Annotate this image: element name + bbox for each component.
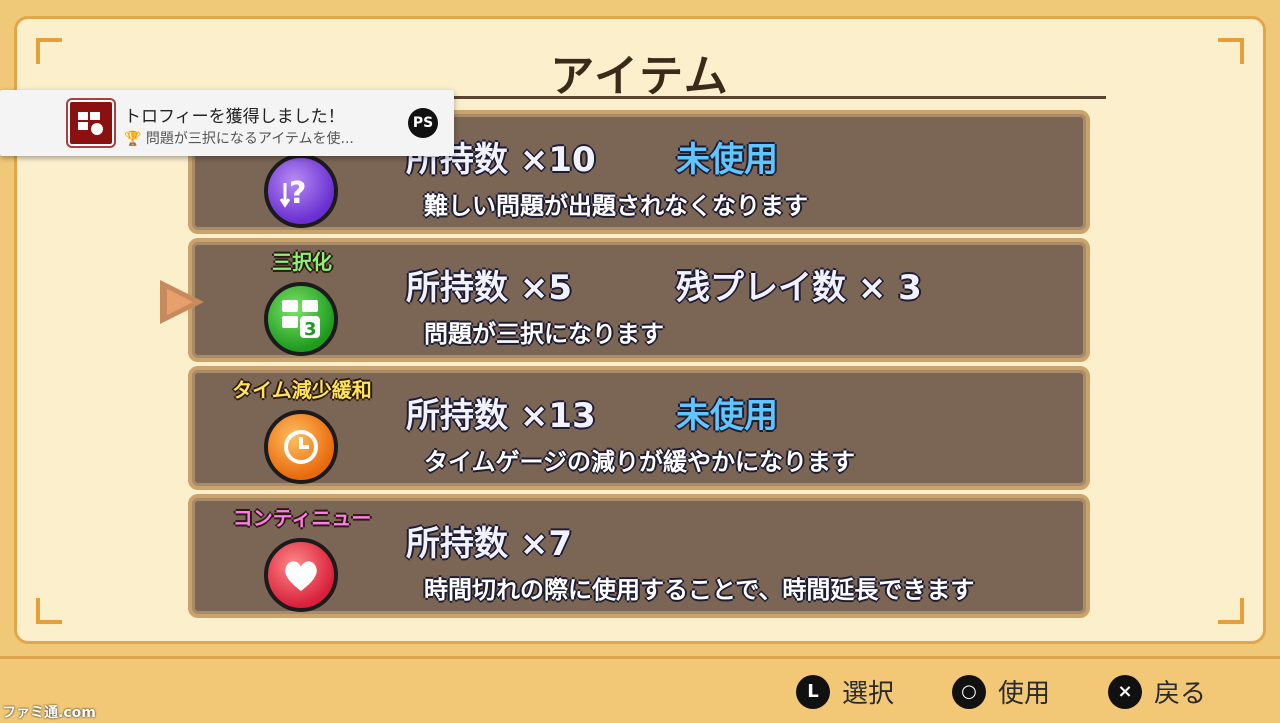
trophy-notification[interactable]: トロフィーを獲得しました！ 🏆 問題が三択になるアイテムを使... PS <box>0 90 454 156</box>
trophy-cup-icon: 🏆 <box>124 131 142 147</box>
item-name: コンティニュー <box>232 506 372 530</box>
hint-select[interactable]: L 選択 <box>796 673 894 710</box>
hint-use[interactable]: ○ 使用 <box>952 673 1050 710</box>
item-status: 未使用 <box>676 396 778 436</box>
item-quantity: 所持数 ×7 <box>406 524 572 564</box>
selection-cursor-inner <box>167 289 193 315</box>
panel-corner-bottom-left <box>36 598 62 624</box>
clock-icon <box>264 410 338 484</box>
trophy-description: 🏆 問題が三択になるアイテムを使... <box>124 128 354 148</box>
three-choice-icon: 3 <box>264 282 338 356</box>
circle-button-icon: ○ <box>952 674 986 709</box>
item-description: 問題が三択になります <box>424 320 664 348</box>
trophy-subtitle: 問題が三択になるアイテムを使... <box>145 131 354 147</box>
item-description: 時間切れの際に使用することで、時間延長できます <box>424 576 975 604</box>
trophy-title: トロフィーを獲得しました！ <box>124 107 345 127</box>
hint-back[interactable]: × 戻る <box>1108 673 1206 710</box>
playstation-logo-icon: PS <box>408 108 438 138</box>
item-description: 難しい問題が出題されなくなります <box>424 192 808 220</box>
panel-corner-top-right <box>1218 38 1244 64</box>
cross-button-icon: × <box>1108 674 1142 709</box>
hint-use-label: 使用 <box>998 679 1051 709</box>
item-row-time-reduction[interactable]: タイム減少緩和 所持数 ×13 未使用 タイムゲージの減りが緩やかになります <box>188 366 1090 490</box>
item-remaining-plays: 残プレイ数 × 3 <box>676 268 922 308</box>
l-button-icon: L <box>796 674 830 709</box>
svg-text:3: 3 <box>304 319 317 340</box>
difficulty-icon: ? <box>264 154 338 228</box>
item-name: タイム減少緩和 <box>232 378 372 402</box>
item-quantity: 所持数 ×5 <box>406 268 572 308</box>
item-description: タイムゲージの減りが緩やかになります <box>424 448 856 476</box>
svg-text:?: ? <box>289 176 306 211</box>
hint-back-label: 戻る <box>1154 679 1207 709</box>
trophy-item-icon <box>68 100 114 146</box>
panel-corner-top-left <box>36 38 62 64</box>
item-status: 未使用 <box>676 140 778 180</box>
page-title: アイテム <box>550 51 730 102</box>
item-name: 三択化 <box>272 250 332 274</box>
watermark: ファミ通.com <box>2 705 96 721</box>
item-row-three-choice[interactable]: 三択化 3 所持数 ×5 残プレイ数 × 3 問題が三択になります <box>188 238 1090 362</box>
item-quantity: 所持数 ×13 <box>406 396 596 436</box>
button-hints-bar: L 選択 ○ 使用 × 戻る <box>0 656 1280 723</box>
title-divider <box>440 96 1106 99</box>
hint-select-label: 選択 <box>842 679 895 709</box>
panel-corner-bottom-right <box>1218 598 1244 624</box>
item-row-continue[interactable]: コンティニュー 所持数 ×7 時間切れの際に使用することで、時間延長できます <box>188 494 1090 618</box>
heart-icon <box>264 538 338 612</box>
